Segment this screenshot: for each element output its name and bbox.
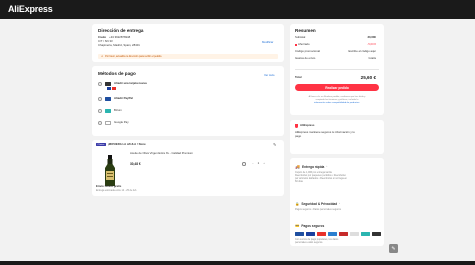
payment-method-label: Añadir una tarjeta nueva — [114, 81, 147, 86]
summary-card: Resumen Subtotal 30,60€ Ahorrado -5,00 €… — [290, 24, 384, 115]
payment-method-label: Bizum — [114, 108, 122, 113]
choice-badge: Choice — [96, 143, 106, 147]
quantity-stepper[interactable]: − 1 + — [252, 161, 265, 165]
saved-value: -5,00 € — [367, 42, 376, 46]
total-value: 25,60 € — [360, 75, 376, 80]
city-address: Chapinería, Madrid, Spain, 28401 — [98, 43, 140, 47]
amex-logo-icon — [328, 232, 337, 236]
delivery-label: Envío: Envío gratis — [96, 184, 122, 188]
edit-icon[interactable]: ✎ — [273, 142, 276, 147]
trust-brand: AliExpress — [300, 123, 315, 127]
bizum-icon — [105, 109, 111, 113]
product-image[interactable] — [102, 155, 118, 187]
mastercard-logo-icon — [317, 232, 326, 236]
payment-card: Métodos de pago Ver todo Añadir una tarj… — [92, 66, 284, 136]
increase-button[interactable]: + — [263, 161, 265, 165]
security-title: Seguridad & Privacidad — [301, 202, 338, 206]
chevron-right-icon[interactable]: › — [326, 164, 327, 168]
payment-method-label: Añadir PayPal — [114, 96, 133, 101]
top-bar: AliExpress — [0, 0, 475, 19]
card-icon: 💳 — [295, 224, 300, 228]
divider — [295, 69, 379, 70]
payment-logos — [295, 232, 381, 236]
feedback-button[interactable]: ✎ — [389, 244, 398, 253]
info-icon[interactable] — [242, 162, 246, 166]
paypal-logo-icon — [295, 232, 304, 236]
payment-method-label: Google Pay — [114, 120, 129, 125]
address-warning: ⚠ Por favor, actualiza tu dirección para… — [98, 54, 278, 59]
google-pay-icon — [105, 121, 111, 125]
trust-card: AliExpress AliExpress mantiene seguros t… — [290, 120, 384, 154]
applepay-logo-icon — [372, 232, 381, 236]
pencil-icon: ✎ — [391, 245, 396, 252]
visa-logo-icon — [306, 232, 315, 236]
product-title[interactable]: Aceite de Oliva Virgen Extra XL - Calida… — [130, 151, 193, 155]
summary-title: Resumen — [295, 28, 316, 33]
security-text: Pagos seguros • Datos personales seguros — [295, 208, 341, 211]
radio-icon[interactable] — [98, 109, 102, 113]
trust-text-2: pago — [295, 134, 302, 138]
delivery-text-4: 60 días — [295, 180, 303, 183]
radio-icon[interactable] — [98, 82, 102, 86]
visa-icon — [107, 87, 111, 90]
place-order-button[interactable]: Realizar pedido — [295, 84, 379, 91]
payment-method-card[interactable]: Añadir una tarjeta nueva — [98, 81, 147, 86]
shipping-fee-value: Gratis — [368, 56, 376, 60]
store-card: Choice ¡MOVIERA LA JAULA ! Store ✎ Aceit… — [92, 140, 284, 196]
bottom-bar — [0, 261, 475, 265]
view-all-payments-link[interactable]: Ver todo — [264, 73, 274, 77]
delivery-date: Entrega estimada entre 14 - 25 de feb — [96, 189, 137, 192]
shield-icon — [295, 124, 298, 128]
edit-address-link[interactable]: Modificar — [262, 40, 273, 44]
radio-icon[interactable] — [98, 97, 102, 101]
saved-icon — [295, 43, 297, 46]
delivery-title: Entrega rápida — [301, 164, 325, 169]
promo-label: Código promocional — [295, 49, 320, 53]
quantity-value[interactable]: 1 — [258, 161, 260, 165]
subtotal-label: Subtotal — [295, 35, 306, 39]
shipping-title: Dirección de entrega — [98, 28, 144, 33]
truck-icon: 🚚 — [295, 164, 300, 169]
chevron-right-icon[interactable]: › — [339, 201, 340, 205]
warning-icon: ⚠ — [101, 55, 104, 58]
decrease-button[interactable]: − — [252, 161, 254, 165]
promo-code-input[interactable]: Escribe el código aquí — [348, 49, 376, 53]
lock-icon: 🔒 — [295, 202, 300, 206]
pay-text-2: personales están seguros. — [295, 241, 324, 244]
saved-label: Ahorrado — [298, 42, 310, 46]
card-icon — [105, 82, 111, 86]
mastercard-icon — [112, 87, 116, 90]
store-name[interactable]: ¡MOVIERA LA JAULA ! Store — [108, 142, 146, 146]
payment-title: Métodos de pago — [98, 71, 136, 76]
legal-text-3[interactable]: información sobre compatibilidad de prod… — [295, 102, 379, 105]
payment-method-bizum[interactable]: Bizum — [98, 108, 122, 113]
subtotal-value: 30,60€ — [367, 35, 376, 39]
shipping-fee-label: Gastos de envío — [295, 56, 316, 60]
radio-icon[interactable] — [98, 121, 102, 125]
paypal-icon — [105, 97, 111, 101]
bizum-logo-icon — [361, 232, 370, 236]
trust-text-1: AliExpress mantiene seguros tu informaci… — [295, 130, 355, 134]
aliexpress-logo[interactable]: AliExpress — [8, 4, 53, 14]
googlepay-logo-icon — [350, 232, 359, 236]
maestro-logo-icon — [339, 232, 348, 236]
total-label: Total — [295, 75, 302, 79]
product-price: 30,48 € — [130, 162, 141, 166]
secure-payments-title: Pagos seguros — [301, 224, 325, 228]
payment-method-google-pay[interactable]: Google Pay — [98, 120, 129, 125]
warning-text: Por favor, actualiza tu dirección para r… — [105, 55, 163, 58]
shipping-card: Dirección de entrega Credo +34 392287694… — [92, 24, 284, 62]
payment-method-paypal[interactable]: Añadir PayPal — [98, 96, 133, 101]
